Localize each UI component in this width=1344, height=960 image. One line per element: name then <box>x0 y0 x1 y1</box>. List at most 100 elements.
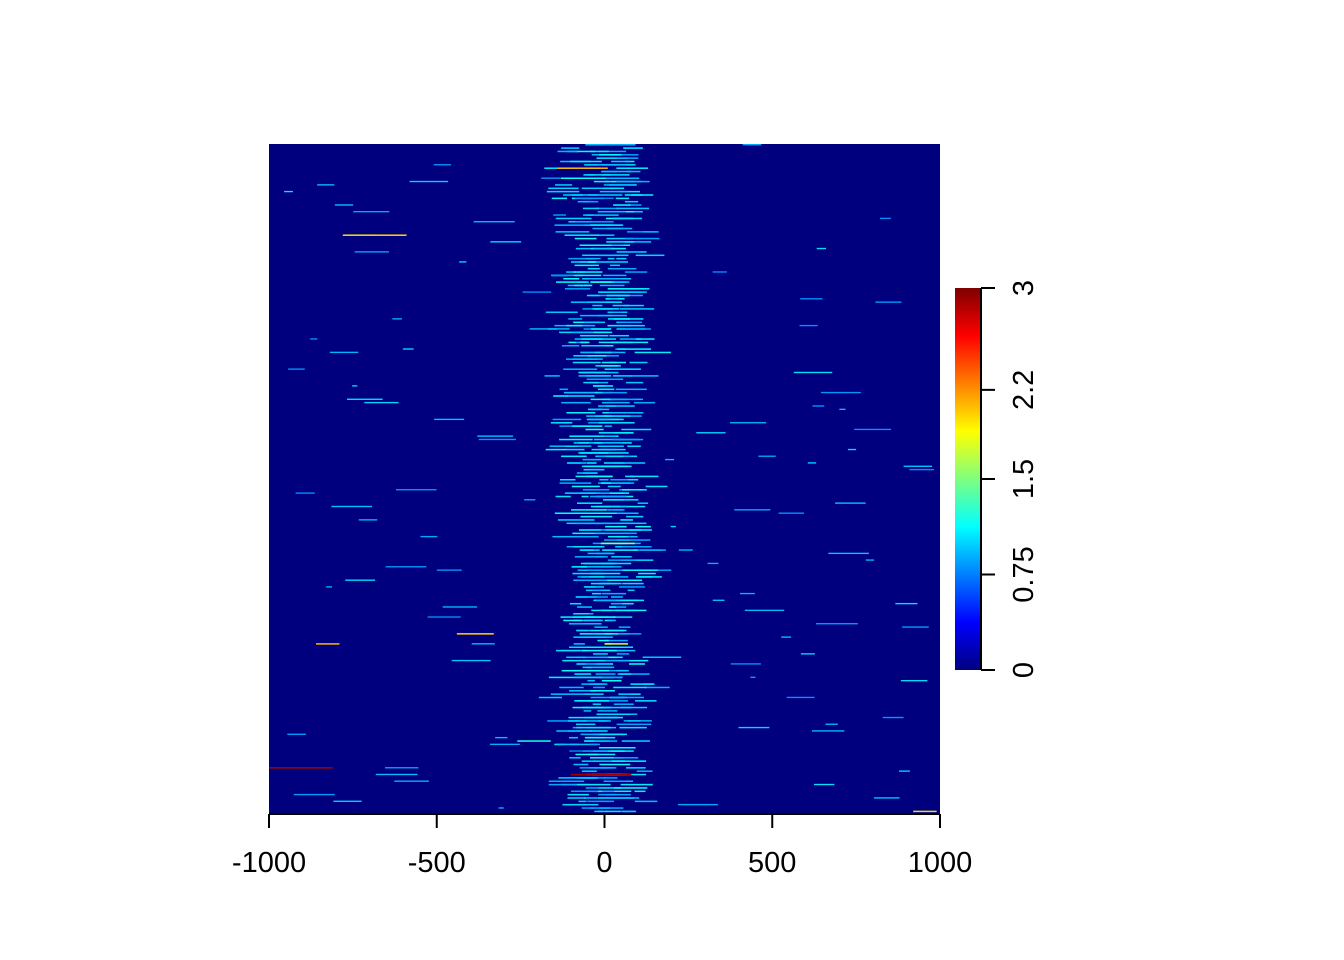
streak-mark <box>618 626 631 628</box>
streak-mark <box>584 693 604 695</box>
streak-mark <box>882 716 904 719</box>
streak-mark <box>607 257 615 260</box>
streak-mark <box>670 525 676 528</box>
streak-mark <box>538 696 563 699</box>
streak-mark <box>471 643 495 645</box>
streak-mark <box>603 415 612 417</box>
heatmap-segment-13 <box>591 281 612 283</box>
streak-mark <box>738 726 770 729</box>
streak-mark <box>561 345 580 347</box>
streak-mark <box>597 211 626 213</box>
colorbar: 0 0.75 1.5 2.2 3 <box>955 280 1040 678</box>
streak-mark <box>586 378 624 381</box>
streak-mark <box>820 391 861 394</box>
streak-mark <box>596 733 627 736</box>
streak-mark <box>573 613 589 615</box>
streak-mark <box>595 415 631 417</box>
streak-mark <box>642 683 655 685</box>
streak-mark <box>611 368 641 370</box>
streak-mark <box>599 284 625 287</box>
streak-mark <box>902 626 929 628</box>
streak-mark <box>552 535 579 538</box>
streak-mark <box>561 455 587 458</box>
streak-mark <box>618 321 642 324</box>
streak-mark <box>451 659 491 662</box>
streak-mark <box>615 388 647 391</box>
streak-mark <box>588 261 596 263</box>
streak-mark <box>616 257 627 260</box>
streak-mark <box>436 569 462 571</box>
streak-mark <box>565 358 603 360</box>
streak-mark <box>477 435 514 437</box>
streak-mark <box>568 736 578 739</box>
streak-mark <box>567 793 589 796</box>
streak-mark <box>895 602 918 605</box>
streak-mark <box>333 800 362 802</box>
streak-mark <box>627 696 645 699</box>
x-tick-label: -1000 <box>232 847 306 879</box>
streak-mark <box>569 750 609 752</box>
streak-mark <box>563 368 598 370</box>
streak-mark <box>565 448 585 451</box>
streak-mark <box>599 479 609 481</box>
streak-mark <box>604 659 630 662</box>
streak-mark <box>873 797 900 799</box>
streak-mark <box>495 736 508 739</box>
x-tick-label: 1000 <box>908 847 973 879</box>
streak-mark <box>599 763 631 766</box>
streak-mark <box>622 810 637 813</box>
streak-mark <box>580 515 613 518</box>
streak-mark <box>546 190 580 193</box>
streak-mark <box>293 793 335 796</box>
streak-mark <box>588 418 610 421</box>
streak-mark <box>613 204 631 206</box>
streak-mark <box>571 509 607 511</box>
streak-mark <box>567 462 586 464</box>
streak-mark <box>402 348 414 350</box>
streak-mark <box>618 586 645 588</box>
streak-mark <box>613 462 646 464</box>
streak-mark <box>310 338 318 340</box>
streak-mark <box>758 455 776 457</box>
streak-mark <box>825 723 838 725</box>
streak-mark <box>601 365 619 367</box>
streak-mark <box>630 375 659 377</box>
streak-mark <box>599 154 622 156</box>
streak-mark <box>900 680 928 682</box>
streak-mark <box>563 194 598 196</box>
streak-mark <box>609 696 628 699</box>
streak-mark <box>593 180 610 183</box>
streak-mark <box>560 177 596 180</box>
streak-mark <box>582 207 600 210</box>
colorbar-gradient <box>955 288 981 670</box>
streak-mark <box>574 197 614 199</box>
streak-mark <box>635 338 655 340</box>
streak-mark <box>557 150 577 153</box>
streak-mark <box>587 569 621 571</box>
streak-mark <box>581 807 595 809</box>
streak-mark <box>572 425 603 427</box>
streak-mark <box>627 445 641 448</box>
streak-mark <box>574 700 610 702</box>
streak-mark <box>567 730 591 732</box>
streak-mark <box>617 348 651 350</box>
streak-mark <box>593 757 613 759</box>
colorbar-tick-label: 0.75 <box>1008 546 1040 602</box>
streak-mark <box>815 623 858 625</box>
streak-mark <box>392 318 402 320</box>
streak-mark <box>334 204 354 206</box>
streak-mark <box>633 401 656 404</box>
streak-mark <box>588 164 616 166</box>
streak-mark <box>622 602 634 605</box>
streak-mark <box>607 318 631 320</box>
streak-mark <box>601 680 622 682</box>
streak-mark <box>580 562 617 565</box>
streak-mark <box>561 401 591 404</box>
streak-mark <box>563 278 580 280</box>
streak-mark <box>579 492 596 494</box>
streak-mark <box>611 244 621 247</box>
colorbar-tick-label: 3 <box>1008 280 1040 296</box>
streak-mark <box>605 525 627 528</box>
colorbar-tick-label: 2.2 <box>1008 370 1040 410</box>
streak-mark <box>584 284 593 287</box>
